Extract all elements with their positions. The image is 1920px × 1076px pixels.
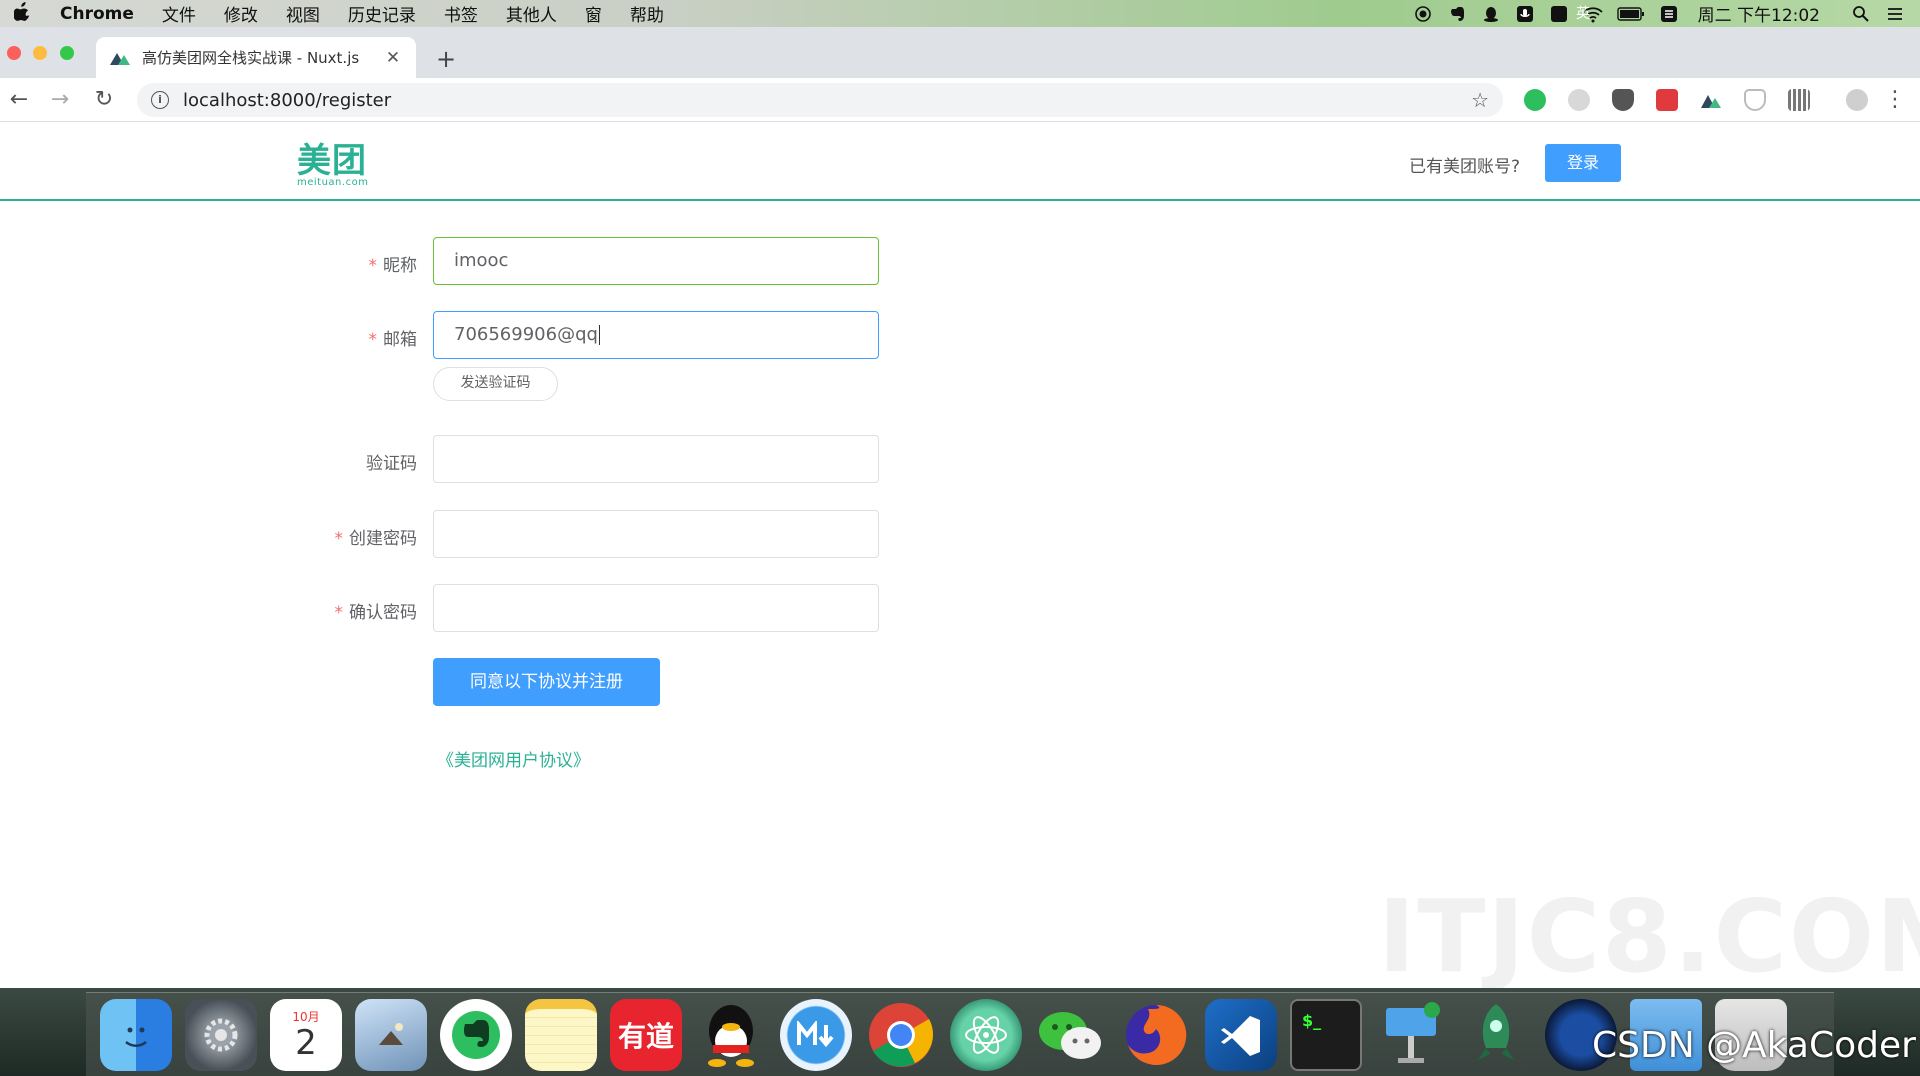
finder-icon[interactable] bbox=[100, 998, 172, 1071]
email-input-value: 706569906@qq bbox=[454, 324, 598, 345]
wechat-icon[interactable] bbox=[1035, 999, 1107, 1071]
site-header: 美团 meituan.com 已有美团账号? 登录 bbox=[0, 122, 1920, 201]
login-button[interactable]: 登录 bbox=[1545, 144, 1621, 182]
extension-icon[interactable] bbox=[1568, 89, 1590, 111]
address-bar[interactable]: i localhost:8000/register ☆ bbox=[137, 83, 1503, 117]
confirm-password-input[interactable] bbox=[433, 584, 879, 632]
input-method-icon[interactable] bbox=[1548, 5, 1570, 23]
menu-bookmarks[interactable]: 书签 bbox=[444, 1, 478, 26]
create-password-label: * 创建密码 bbox=[334, 529, 418, 549]
site-info-icon[interactable]: i bbox=[151, 91, 169, 109]
microphone-icon[interactable] bbox=[1514, 5, 1536, 23]
email-label: * 邮箱 bbox=[368, 330, 418, 350]
qr-code-extension-icon[interactable] bbox=[1788, 89, 1810, 111]
menu-app-name[interactable]: Chrome bbox=[60, 4, 134, 24]
ublock-extension-icon[interactable] bbox=[1612, 89, 1634, 111]
new-tab-button[interactable]: + bbox=[436, 45, 456, 73]
reload-icon[interactable]: ↻ bbox=[91, 87, 117, 113]
back-arrow-icon[interactable]: ← bbox=[6, 87, 32, 113]
terminal-icon[interactable]: $_ bbox=[1290, 998, 1362, 1071]
rocket-app-icon[interactable] bbox=[1460, 999, 1532, 1071]
menubar-status-area: 英 周二 下午12:02 bbox=[1400, 0, 1906, 27]
notification-center-icon[interactable] bbox=[1884, 5, 1906, 23]
shield-extension-icon[interactable] bbox=[1744, 89, 1766, 111]
window-minimize-button[interactable] bbox=[33, 46, 47, 60]
menu-window[interactable]: 窗 bbox=[585, 1, 602, 26]
macos-menubar: Chrome 文件 修改 视图 历史记录 书签 其他人 窗 帮助 英 周二 下午… bbox=[0, 0, 1920, 27]
apple-menu-icon[interactable] bbox=[13, 1, 38, 26]
form-row-confirm-password: * 确认密码 bbox=[0, 584, 900, 634]
browser-tab-active[interactable]: 高仿美团网全栈实战课 - Nuxt.js ✕ bbox=[96, 37, 416, 78]
menu-file[interactable]: 文件 bbox=[162, 1, 196, 26]
notes-icon[interactable] bbox=[525, 998, 597, 1071]
markdown-editor-icon[interactable] bbox=[780, 998, 852, 1071]
existing-account-prompt: 已有美团账号? bbox=[1409, 157, 1521, 177]
tab-title: 高仿美团网全栈实战课 - Nuxt.js bbox=[142, 49, 360, 67]
youdao-dictionary-icon[interactable]: 有道 bbox=[610, 998, 682, 1071]
calendar-icon[interactable]: 10月 2 bbox=[270, 998, 342, 1071]
input-method-label: 英 bbox=[1576, 6, 1590, 22]
menubar-clock[interactable]: 周二 下午12:02 bbox=[1698, 1, 1820, 26]
forward-arrow-icon[interactable]: → bbox=[47, 87, 73, 113]
menu-view[interactable]: 视图 bbox=[286, 1, 320, 26]
evernote-extension-icon[interactable] bbox=[1524, 89, 1546, 111]
bookmark-star-icon[interactable]: ☆ bbox=[1471, 88, 1489, 112]
browser-toolbar: ← → ↻ i localhost:8000/register ☆ ⋮ bbox=[0, 78, 1920, 122]
chrome-browser-icon[interactable] bbox=[865, 999, 937, 1071]
window-close-button[interactable] bbox=[7, 46, 21, 60]
preview-icon[interactable] bbox=[355, 998, 427, 1071]
form-row-email: * 邮箱 706569906@qq bbox=[0, 311, 900, 361]
evernote-status-icon[interactable] bbox=[1446, 5, 1468, 23]
sync-status-icon[interactable] bbox=[1658, 5, 1680, 23]
nuxt-favicon-icon bbox=[110, 52, 130, 65]
csdn-credit-overlay: CSDN @AkaCoder bbox=[1592, 1025, 1916, 1066]
verification-code-input[interactable] bbox=[433, 435, 879, 483]
menu-history[interactable]: 历史记录 bbox=[348, 1, 416, 26]
agree-and-register-button[interactable]: 同意以下协议并注册 bbox=[433, 658, 660, 706]
pocket-extension-icon[interactable] bbox=[1656, 89, 1678, 111]
firefox-icon[interactable] bbox=[1120, 999, 1192, 1071]
qq-icon[interactable] bbox=[695, 999, 767, 1071]
text-caret bbox=[598, 325, 600, 345]
battery-icon[interactable] bbox=[1616, 5, 1646, 23]
form-row-nickname: * 昵称 imooc bbox=[0, 237, 900, 287]
atom-editor-icon[interactable] bbox=[950, 998, 1022, 1071]
address-bar-url[interactable]: localhost:8000/register bbox=[183, 90, 1471, 111]
form-row-verification-code: 验证码 bbox=[0, 435, 900, 485]
menu-help[interactable]: 帮助 bbox=[630, 1, 664, 26]
menu-edit[interactable]: 修改 bbox=[224, 1, 258, 26]
macos-dock: 10月 2 有道 $_ bbox=[86, 992, 1834, 1076]
browser-tabstrip: 高仿美团网全栈实战课 - Nuxt.js ✕ + bbox=[0, 27, 1920, 78]
record-icon[interactable] bbox=[1412, 5, 1434, 23]
calendar-day: 2 bbox=[295, 1023, 317, 1063]
logo-domain: meituan.com bbox=[297, 177, 369, 188]
vue-devtools-icon[interactable] bbox=[1700, 89, 1722, 111]
site-watermark: ITJC8.COM bbox=[1378, 878, 1920, 995]
verification-code-label: 验证码 bbox=[366, 454, 417, 474]
send-verification-code-button[interactable]: 发送验证码 bbox=[433, 367, 558, 401]
email-input[interactable]: 706569906@qq bbox=[433, 311, 879, 359]
confirm-password-label: * 确认密码 bbox=[334, 603, 418, 623]
nickname-label: * 昵称 bbox=[368, 256, 418, 276]
evernote-icon[interactable] bbox=[440, 998, 512, 1071]
logo-text: 美团 bbox=[297, 141, 367, 181]
create-password-input[interactable] bbox=[433, 510, 879, 558]
spotlight-search-icon[interactable] bbox=[1850, 5, 1872, 23]
user-agreement-link[interactable]: 《美团网用户协议》 bbox=[437, 746, 590, 771]
form-row-password: * 创建密码 bbox=[0, 510, 900, 560]
chrome-menu-icon[interactable]: ⋮ bbox=[1884, 87, 1906, 112]
qq-status-icon[interactable] bbox=[1480, 5, 1502, 23]
system-preferences-icon[interactable] bbox=[185, 998, 257, 1071]
profile-avatar-icon[interactable] bbox=[1846, 89, 1868, 111]
menu-people[interactable]: 其他人 bbox=[506, 1, 557, 26]
meituan-logo[interactable]: 美团 meituan.com bbox=[297, 144, 373, 188]
nickname-input[interactable]: imooc bbox=[433, 237, 879, 285]
tab-close-icon[interactable]: ✕ bbox=[384, 48, 402, 68]
keynote-icon[interactable] bbox=[1375, 999, 1447, 1071]
window-zoom-button[interactable] bbox=[60, 46, 74, 60]
vscode-icon[interactable] bbox=[1205, 998, 1277, 1071]
